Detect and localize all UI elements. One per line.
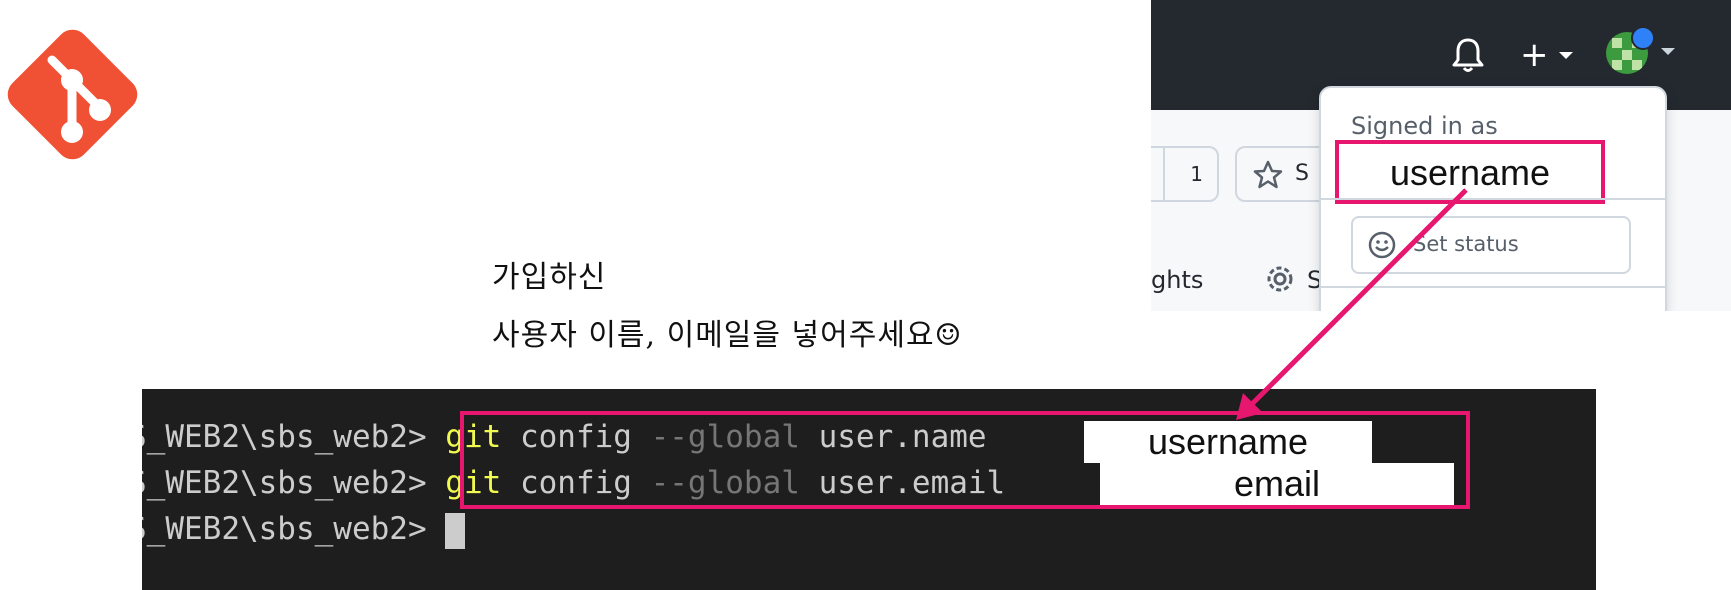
star-label: S — [1295, 161, 1309, 186]
caption-line-2: 사용자 이름, 이메일을 넣어주세요☺ — [492, 318, 963, 353]
prompt: S_WEB2\sbs_web2> — [142, 419, 427, 455]
username-value: username — [1389, 152, 1551, 193]
git-logo — [7, 29, 138, 160]
set-status-button[interactable]: Set status — [1351, 216, 1631, 274]
count-button[interactable]: 1 — [1151, 146, 1219, 202]
count: 1 — [1190, 162, 1203, 186]
divider — [1321, 198, 1665, 200]
terminal[interactable]: S_WEB2\sbs_web2> git config --global use… — [142, 389, 1596, 590]
terminal-line: S_WEB2\sbs_web2> — [142, 511, 466, 549]
set-status-label: Set status — [1413, 232, 1519, 256]
github-panel: + 1 S ghts S Signed in as username Set s… — [1151, 0, 1731, 311]
tab-insights[interactable]: ghts — [1151, 266, 1203, 294]
divider — [1321, 286, 1665, 288]
prompt: S_WEB2\sbs_web2> — [142, 465, 427, 501]
smiley-icon — [1368, 231, 1396, 259]
chevron-down-icon[interactable] — [1559, 52, 1573, 59]
username-highlight: username — [1335, 140, 1605, 204]
avatar-chevron-icon[interactable] — [1661, 48, 1675, 55]
signed-in-label: Signed in as — [1351, 112, 1498, 140]
commands-highlight — [460, 411, 1470, 509]
gear-icon — [1267, 266, 1293, 292]
plus-icon[interactable]: + — [1520, 38, 1549, 72]
prompt: S_WEB2\sbs_web2> — [142, 511, 427, 547]
user-dropdown: Signed in as username Set status — [1319, 86, 1667, 311]
bell-icon[interactable] — [1451, 36, 1485, 74]
notification-dot — [1631, 26, 1655, 50]
divider — [1163, 148, 1165, 200]
terminal-cursor — [445, 512, 466, 549]
star-icon — [1253, 160, 1283, 189]
caption-line-1: 가입하신 — [492, 260, 607, 295]
